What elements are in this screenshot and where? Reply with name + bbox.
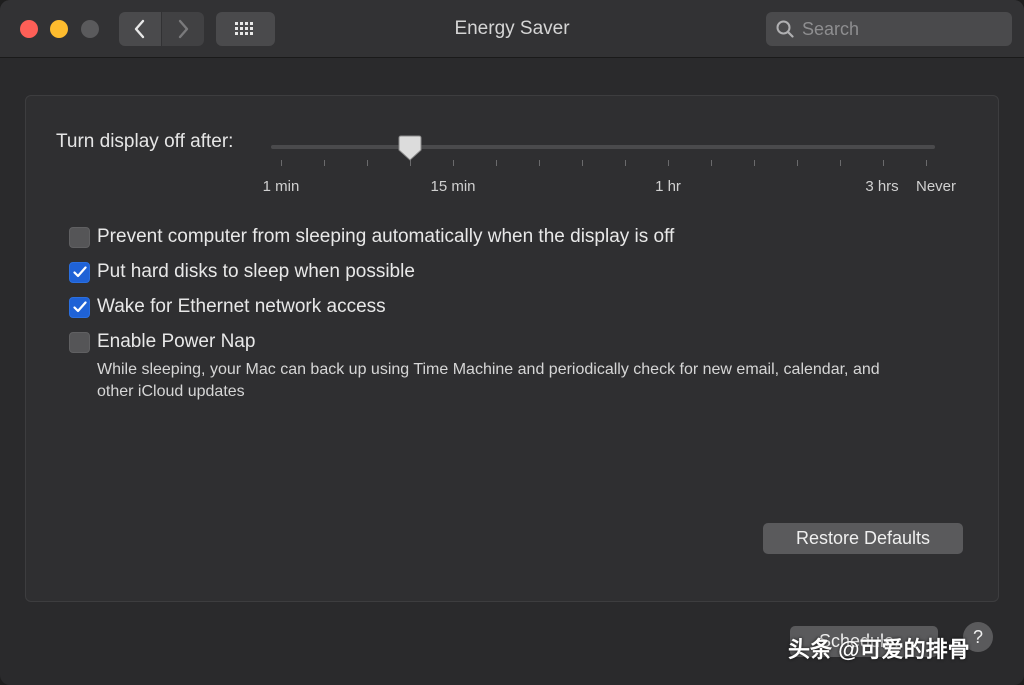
slider-tick — [625, 160, 626, 166]
prevent-sleep-label: Prevent computer from sleeping automatic… — [97, 226, 675, 247]
power-nap-label: Enable Power Nap — [97, 331, 256, 352]
restore-defaults-button[interactable]: Restore Defaults — [763, 523, 963, 554]
option-wake-ethernet[interactable]: Wake for Ethernet network access — [69, 296, 386, 318]
checkmark-icon — [72, 301, 87, 313]
tick-label-1-hr: 1 hr — [655, 178, 681, 195]
energy-saver-window: Energy Saver Search Turn display off aft… — [0, 0, 1024, 685]
slider-tick — [453, 160, 454, 166]
slider-tick — [281, 160, 282, 166]
slider-tick — [926, 160, 927, 166]
wake-ethernet-checkbox[interactable] — [69, 296, 90, 318]
search-placeholder: Search — [802, 18, 860, 39]
checkmark-icon — [72, 266, 87, 278]
slider-tick — [539, 160, 540, 166]
tick-label-15-min: 15 min — [430, 178, 476, 195]
watermark-text: 头条 @可爱的排骨 — [788, 637, 970, 662]
slider-tick — [367, 160, 368, 166]
option-hard-disk-sleep[interactable]: Put hard disks to sleep when possible — [69, 261, 415, 283]
option-power-nap[interactable]: Enable Power Nap — [69, 331, 255, 353]
slider-tick — [840, 160, 841, 166]
prevent-sleep-checkbox[interactable] — [69, 226, 90, 248]
hard-disk-sleep-label: Put hard disks to sleep when possible — [97, 261, 415, 282]
option-prevent-sleep[interactable]: Prevent computer from sleeping automatic… — [69, 226, 674, 248]
slider-tick — [668, 160, 669, 166]
slider-tick — [324, 160, 325, 166]
display-off-slider-thumb[interactable] — [398, 134, 422, 162]
slider-tick — [754, 160, 755, 166]
slider-tick — [883, 160, 884, 166]
search-icon — [776, 20, 794, 38]
slider-tick — [797, 160, 798, 166]
display-off-slider-label: Turn display off after: — [56, 131, 234, 152]
tick-label-3-hrs: 3 hrs — [865, 178, 899, 195]
power-nap-checkbox[interactable] — [69, 331, 90, 353]
display-off-slider-track[interactable] — [271, 145, 935, 149]
slider-tick — [711, 160, 712, 166]
tick-label-never: Never — [915, 178, 957, 195]
search-field[interactable]: Search — [766, 12, 1012, 46]
hard-disk-sleep-checkbox[interactable] — [69, 261, 90, 283]
tick-label-1-min: 1 min — [262, 178, 300, 195]
power-nap-description: While sleeping, your Mac can back up usi… — [97, 361, 880, 400]
slider-tick — [582, 160, 583, 166]
titlebar: Energy Saver Search — [0, 0, 1024, 58]
wake-ethernet-label: Wake for Ethernet network access — [97, 296, 386, 317]
slider-tick — [496, 160, 497, 166]
